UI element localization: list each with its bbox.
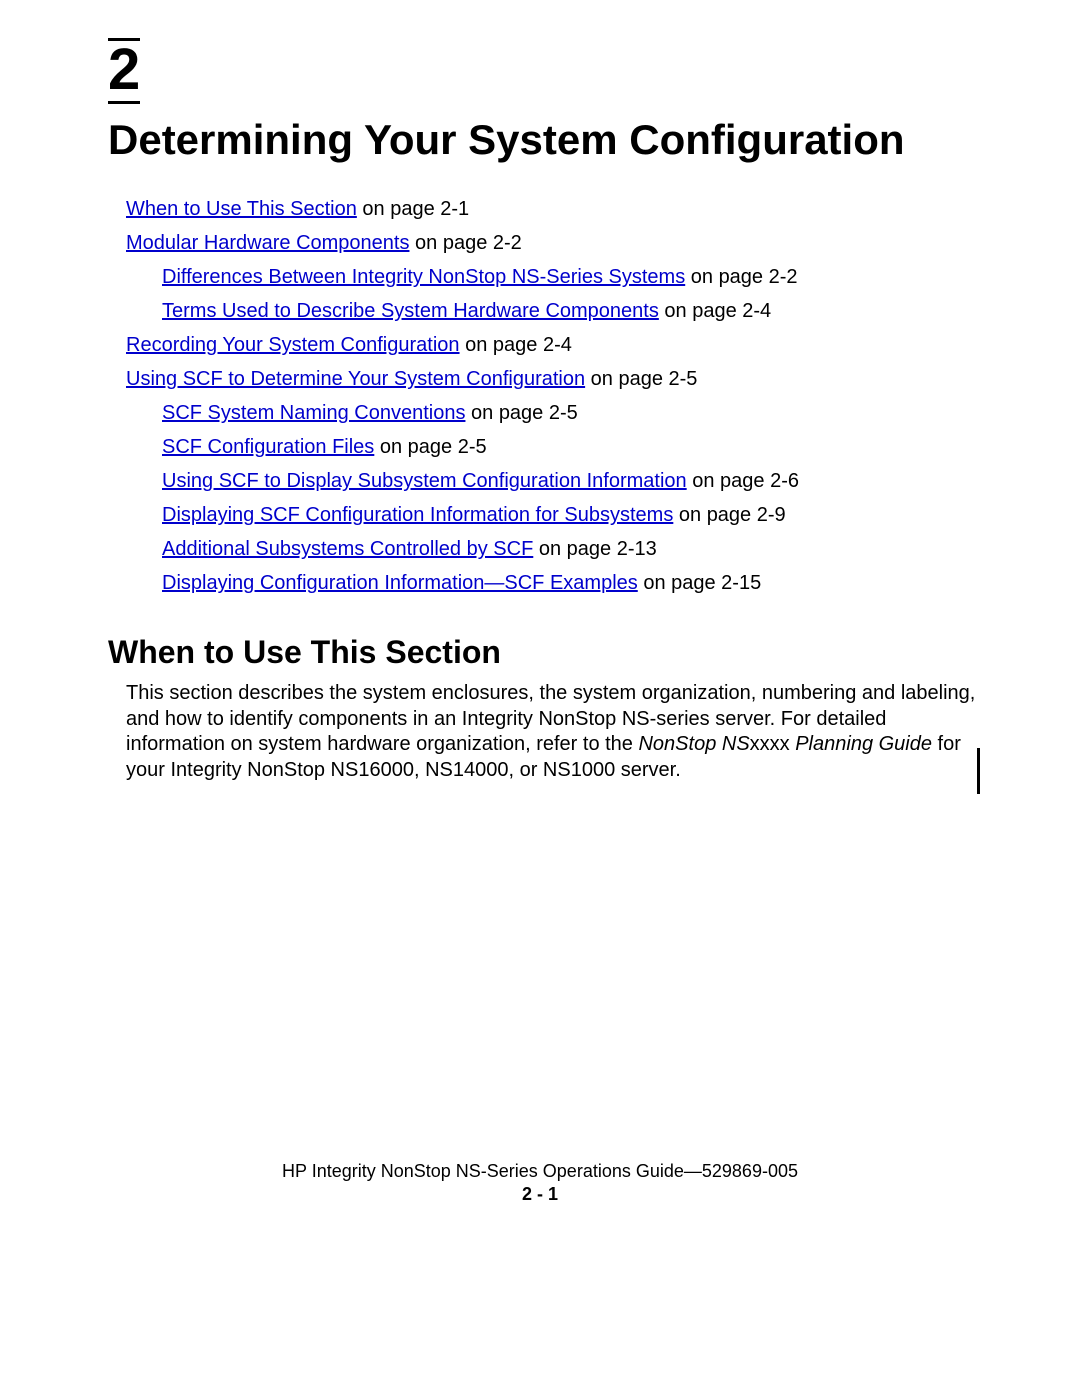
footer-page-number: 2 - 1 <box>0 1184 1080 1205</box>
toc-link[interactable]: Recording Your System Configuration <box>126 334 460 356</box>
toc-page-ref: on page 2-2 <box>685 266 797 288</box>
footer-doc-line: HP Integrity NonStop NS-Series Operation… <box>0 1161 1080 1182</box>
body-text: xxxx <box>750 733 796 755</box>
body-italic: NonStop NS <box>638 733 749 755</box>
toc-page-ref: on page 2-13 <box>533 538 656 560</box>
toc-page-ref: on page 2-4 <box>460 334 572 356</box>
toc-entry: Recording Your System Configuration on p… <box>126 328 980 362</box>
toc-page-ref: on page 2-6 <box>687 470 799 492</box>
chapter-number-rule: 2 <box>108 38 140 104</box>
toc-link[interactable]: SCF Configuration Files <box>162 436 374 458</box>
section-body: This section describes the system enclos… <box>108 681 980 783</box>
chapter-title: Determining Your System Configuration <box>108 116 980 164</box>
toc-link[interactable]: Terms Used to Describe System Hardware C… <box>162 300 659 322</box>
toc-link[interactable]: When to Use This Section <box>126 198 357 220</box>
change-bar <box>977 748 980 794</box>
footer-sep: — <box>684 1161 702 1181</box>
toc-entry: When to Use This Section on page 2-1 <box>126 192 980 226</box>
page-footer: HP Integrity NonStop NS-Series Operation… <box>0 1159 1080 1205</box>
table-of-contents: When to Use This Section on page 2-1Modu… <box>108 192 980 600</box>
toc-page-ref: on page 2-4 <box>659 300 771 322</box>
toc-page-ref: on page 2-5 <box>465 402 577 424</box>
document-page: 2 Determining Your System Configuration … <box>0 0 1080 784</box>
toc-entry: Using SCF to Determine Your System Confi… <box>126 362 980 396</box>
toc-page-ref: on page 2-5 <box>374 436 486 458</box>
toc-link[interactable]: Using SCF to Display Subsystem Configura… <box>162 470 687 492</box>
footer-doc-number: 529869-005 <box>702 1161 798 1181</box>
toc-entry: Terms Used to Describe System Hardware C… <box>162 294 980 328</box>
toc-entry: Modular Hardware Components on page 2-2 <box>126 226 980 260</box>
toc-entry: SCF System Naming Conventions on page 2-… <box>162 396 980 430</box>
toc-page-ref: on page 2-1 <box>357 198 469 220</box>
toc-link[interactable]: Displaying Configuration Information—SCF… <box>162 572 638 594</box>
toc-page-ref: on page 2-15 <box>638 572 761 594</box>
toc-entry: Displaying Configuration Information—SCF… <box>162 566 980 600</box>
toc-entry: SCF Configuration Files on page 2-5 <box>162 430 980 464</box>
toc-entry: Displaying SCF Configuration Information… <box>162 498 980 532</box>
section-heading: When to Use This Section <box>108 634 980 671</box>
body-italic: Planning Guide <box>795 733 932 755</box>
toc-link[interactable]: Differences Between Integrity NonStop NS… <box>162 266 685 288</box>
chapter-number: 2 <box>108 41 140 101</box>
toc-page-ref: on page 2-2 <box>409 232 521 254</box>
toc-page-ref: on page 2-5 <box>585 368 697 390</box>
toc-link[interactable]: Displaying SCF Configuration Information… <box>162 504 673 526</box>
toc-link[interactable]: Modular Hardware Components <box>126 232 409 254</box>
toc-link[interactable]: Additional Subsystems Controlled by SCF <box>162 538 533 560</box>
footer-doc-title: HP Integrity NonStop NS-Series Operation… <box>282 1161 684 1181</box>
toc-entry: Differences Between Integrity NonStop NS… <box>162 260 980 294</box>
toc-page-ref: on page 2-9 <box>673 504 785 526</box>
toc-entry: Using SCF to Display Subsystem Configura… <box>162 464 980 498</box>
toc-link[interactable]: SCF System Naming Conventions <box>162 402 465 424</box>
toc-link[interactable]: Using SCF to Determine Your System Confi… <box>126 368 585 390</box>
toc-entry: Additional Subsystems Controlled by SCF … <box>162 532 980 566</box>
